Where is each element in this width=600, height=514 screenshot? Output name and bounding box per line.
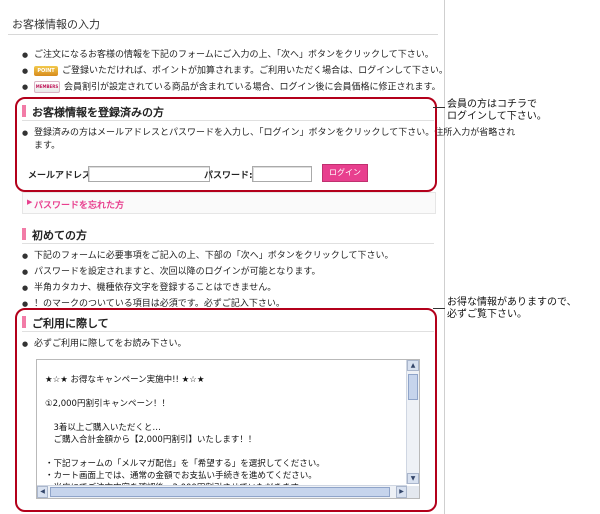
first-time-item: パスワードを設定されますと、次回以降のログインが可能となります。 <box>22 266 393 279</box>
page-title: お客様情報の入力 <box>12 18 100 31</box>
annotation-leader <box>433 308 445 309</box>
forgot-password-link[interactable]: パスワードを忘れた方 <box>34 198 124 211</box>
usage-highlight-box <box>15 308 437 512</box>
arrow-right-icon: ▶ <box>27 198 33 206</box>
annotation-leader <box>433 107 445 108</box>
first-time-section-title: 初めての方 <box>22 227 87 243</box>
intro-item: MEMBERS会員割引が設定されている商品が含まれている場合、ログイン後に会員価… <box>22 81 448 95</box>
first-time-divider <box>22 243 434 244</box>
intro-list: ご注文になるお客様の情報を下記のフォームにご入力の上、「次へ」ボタンをクリックし… <box>22 49 448 98</box>
title-divider <box>8 34 438 35</box>
registered-highlight-box <box>15 97 437 192</box>
member-annotation: 会員の方はコチラで ログインして下さい。 <box>447 99 547 122</box>
first-time-list: 下記のフォームに必要事項をご記入の上、下部の「次へ」ボタンをクリックして下さい。… <box>22 250 393 314</box>
info-annotation: お得な情報がありますので、 必ずご覧下さい。 <box>447 297 577 320</box>
first-time-item: 半角カタカナ、機種依存文字を登録することはできません。 <box>22 282 393 295</box>
intro-item: POINTご登録いただければ、ポイントが加算されます。ご利用いただく場合は、ログ… <box>22 65 448 78</box>
intro-item: ご注文になるお客様の情報を下記のフォームにご入力の上、「次へ」ボタンをクリックし… <box>22 49 448 62</box>
members-badge-icon: MEMBERS <box>34 81 60 93</box>
point-badge-icon: POINT <box>34 65 58 76</box>
first-time-item: 下記のフォームに必要事項をご記入の上、下部の「次へ」ボタンをクリックして下さい。 <box>22 250 393 263</box>
